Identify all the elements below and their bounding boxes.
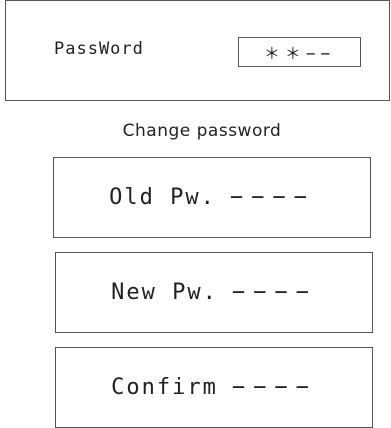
confirm-password-field[interactable]: Confirm −−−− <box>55 347 373 428</box>
login-panel: PassWord ＊＊−− <box>5 0 390 101</box>
password-label: PassWord <box>54 39 144 59</box>
new-password-label: New Pw. <box>111 280 218 305</box>
old-password-value: −−−− <box>229 185 315 210</box>
old-password-label: Old Pw. <box>109 185 216 210</box>
old-password-field[interactable]: Old Pw. −−−− <box>53 157 371 238</box>
new-password-value: −−−− <box>231 280 317 305</box>
confirm-password-label: Confirm <box>111 375 218 400</box>
new-password-field[interactable]: New Pw. −−−− <box>55 252 373 333</box>
password-input[interactable]: ＊＊−− <box>238 37 361 67</box>
change-password-title: Change password <box>122 121 282 141</box>
confirm-password-value: −−−− <box>231 375 317 400</box>
